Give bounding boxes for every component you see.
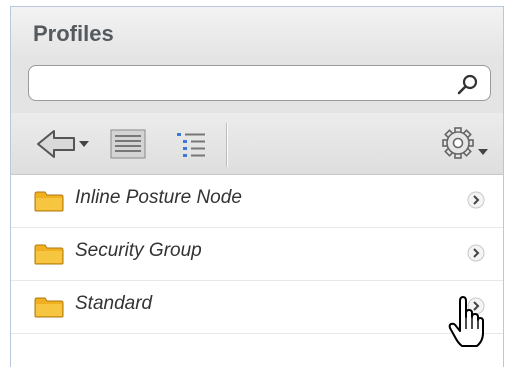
toolbar xyxy=(11,113,503,175)
chevron-right-icon[interactable] xyxy=(467,191,485,209)
list-item[interactable]: Standard xyxy=(11,281,503,334)
list-item[interactable]: Security Group xyxy=(11,228,503,281)
hand-cursor-icon xyxy=(448,296,484,347)
folder-icon xyxy=(34,244,64,265)
list-item-label: Standard xyxy=(75,293,153,314)
search-bar xyxy=(11,59,503,113)
profiles-panel: Profiles Inline Posture Node Security Gr… xyxy=(10,6,504,367)
list-item[interactable]: Inline Posture Node xyxy=(11,175,503,228)
panel-header: Profiles xyxy=(11,7,503,59)
list-item-label: Inline Posture Node xyxy=(75,187,242,208)
back-button[interactable] xyxy=(34,127,108,161)
panel-title: Profiles xyxy=(33,21,114,46)
chevron-right-icon[interactable] xyxy=(467,244,485,262)
settings-menu-button[interactable] xyxy=(438,123,492,165)
profiles-list: Inline Posture Node Security Group Stand xyxy=(11,175,503,334)
list-item-label: Security Group xyxy=(75,240,202,261)
search-input[interactable] xyxy=(28,65,491,101)
folder-icon xyxy=(34,297,64,318)
list-view-icon xyxy=(110,129,146,159)
tree-view-icon xyxy=(177,133,205,157)
folder-icon xyxy=(34,191,64,212)
gear-icon xyxy=(442,127,488,159)
arrow-left-icon xyxy=(37,130,89,158)
toolbar-divider xyxy=(226,123,227,167)
tree-view-button[interactable] xyxy=(171,127,211,161)
list-view-button[interactable] xyxy=(108,127,148,161)
search-icon[interactable] xyxy=(455,73,481,95)
